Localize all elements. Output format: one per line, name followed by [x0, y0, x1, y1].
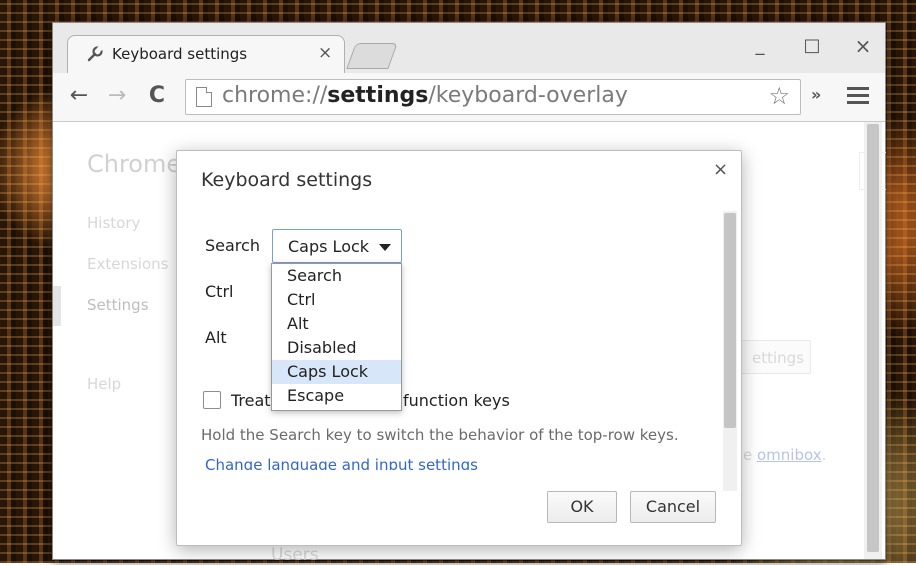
search-key-label: Search: [205, 236, 260, 255]
option-disabled[interactable]: Disabled: [272, 336, 401, 360]
dialog-scrollbar[interactable]: [723, 211, 737, 491]
extensions-overflow-icon[interactable]: »: [811, 85, 821, 104]
title-bar: Keyboard settings × _ □ ×: [53, 23, 885, 74]
search-key-hint: Hold the Search key to switch the behavi…: [201, 426, 679, 444]
back-arrow-icon[interactable]: ←: [65, 82, 93, 110]
checkbox-label-end: function keys: [403, 391, 510, 410]
option-escape[interactable]: Escape: [272, 384, 401, 408]
function-keys-checkbox[interactable]: [203, 391, 221, 409]
alt-key-label: Alt: [205, 328, 227, 347]
dialog-title: Keyboard settings: [201, 169, 373, 191]
keyboard-settings-dialog: Keyboard settings × Search Ctrl Alt Caps…: [176, 150, 742, 546]
ok-button[interactable]: OK: [547, 491, 617, 523]
new-tab-button[interactable]: [346, 43, 398, 69]
search-key-select-value: Caps Lock: [288, 237, 370, 256]
page-scrollbar[interactable]: [864, 122, 882, 559]
address-bar[interactable]: chrome://settings/keyboard-overlay ☆: [185, 79, 801, 115]
option-alt[interactable]: Alt: [272, 312, 401, 336]
url-text: chrome://settings/keyboard-overlay: [222, 83, 628, 108]
tab-close-icon[interactable]: ×: [318, 43, 332, 63]
page-scrollbar-thumb[interactable]: [867, 124, 879, 552]
close-window-button[interactable]: ×: [848, 33, 878, 59]
browser-toolbar: ← → C chrome://settings/keyboard-overlay…: [53, 73, 885, 122]
cancel-button[interactable]: Cancel: [630, 491, 716, 523]
option-caps-lock[interactable]: Caps Lock: [272, 360, 401, 384]
search-key-select[interactable]: Caps Lock: [272, 229, 402, 263]
minimize-button[interactable]: _: [745, 33, 775, 59]
forward-arrow-icon[interactable]: →: [103, 82, 131, 110]
ctrl-key-label: Ctrl: [205, 282, 234, 301]
tab-title: Keyboard settings: [112, 45, 248, 63]
bookmark-star-icon[interactable]: ☆: [768, 82, 790, 110]
dialog-close-icon[interactable]: ×: [713, 159, 728, 180]
language-settings-link[interactable]: Change language and input settings: [205, 456, 478, 470]
search-key-dropdown-list: Search Ctrl Alt Disabled Caps Lock Escap…: [271, 263, 402, 411]
dialog-scrollbar-thumb[interactable]: [724, 213, 736, 428]
checkbox-label-start: Treat: [231, 391, 271, 410]
option-search[interactable]: Search: [272, 264, 401, 288]
reload-icon[interactable]: C: [143, 82, 171, 110]
maximize-button[interactable]: □: [797, 33, 827, 59]
dropdown-caret-icon: [379, 244, 391, 251]
hamburger-menu-icon[interactable]: [847, 83, 869, 109]
option-ctrl[interactable]: Ctrl: [272, 288, 401, 312]
page-icon: [196, 87, 212, 107]
wrench-icon: [86, 45, 106, 65]
tab-keyboard-settings[interactable]: Keyboard settings ×: [67, 35, 345, 74]
